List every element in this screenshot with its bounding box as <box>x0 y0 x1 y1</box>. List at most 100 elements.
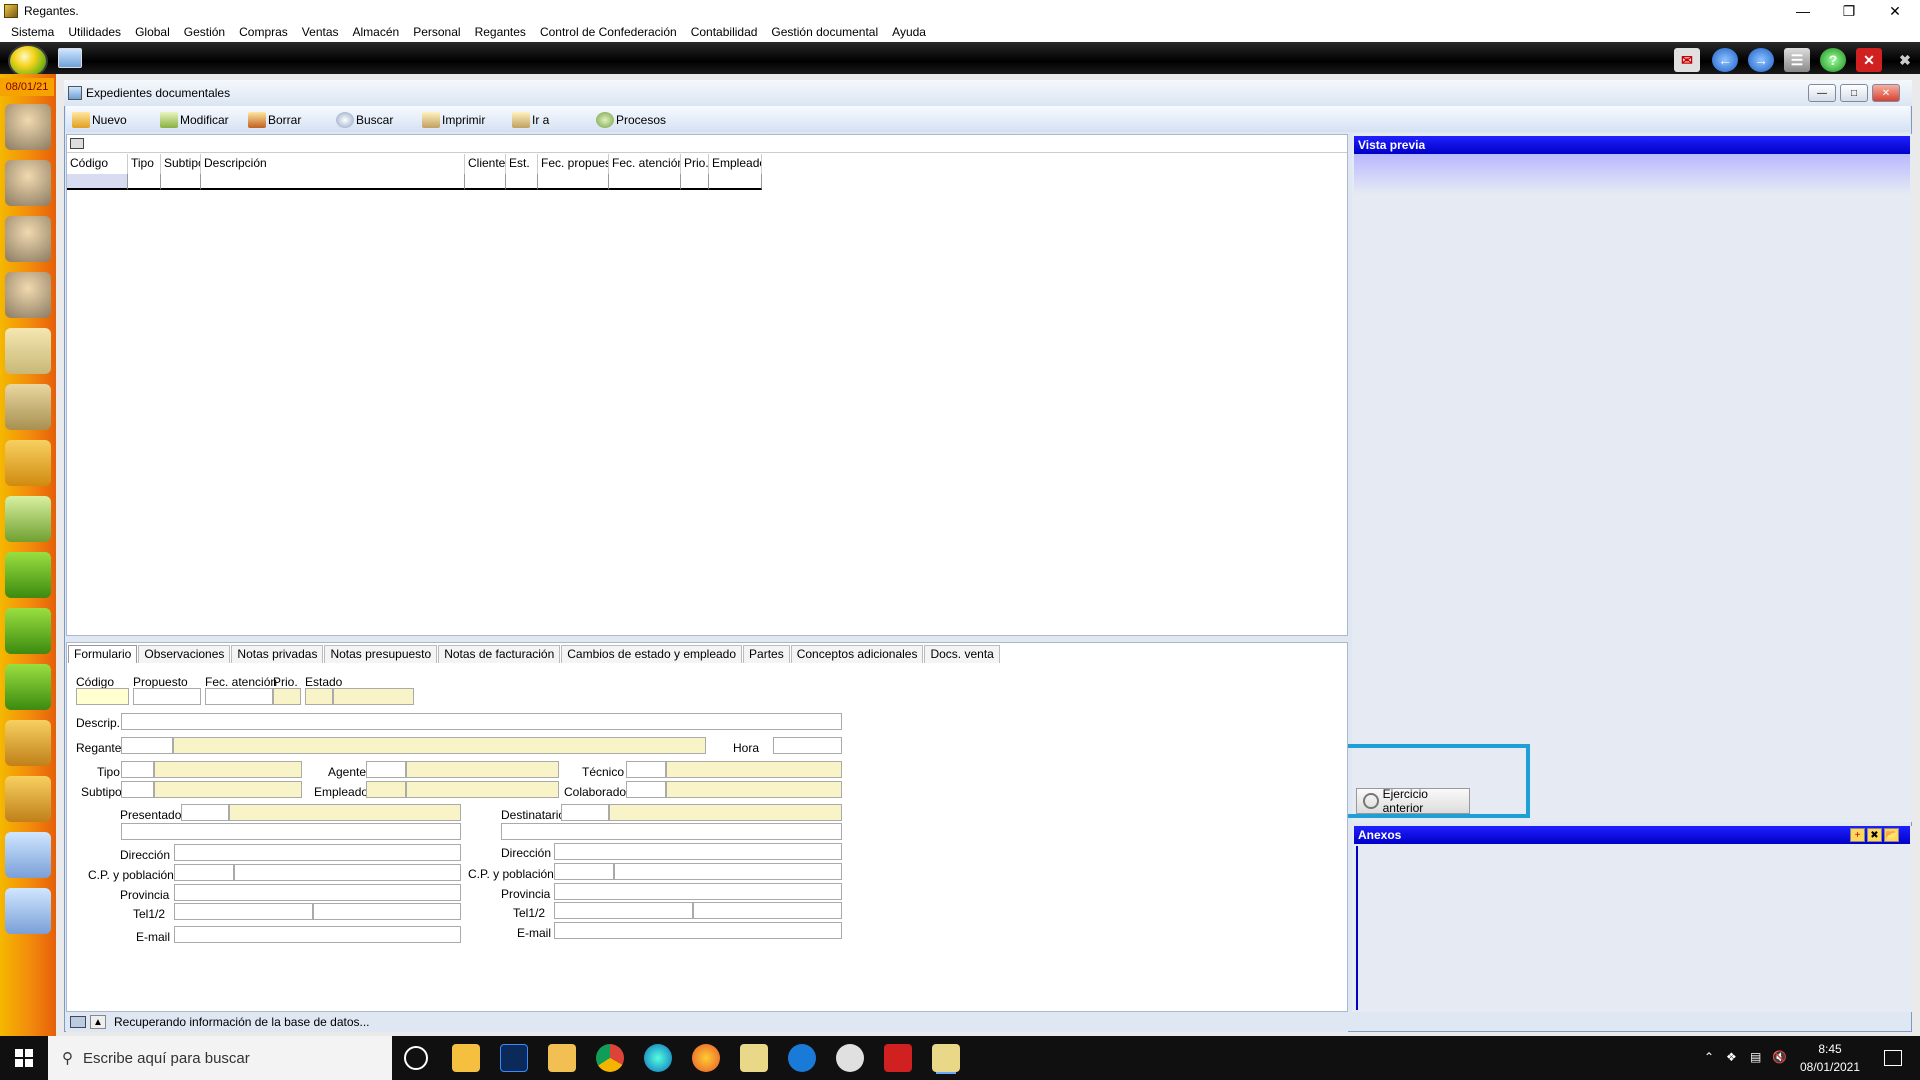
empleado-desc-field[interactable] <box>406 781 559 798</box>
presentador-code-field[interactable] <box>181 804 229 821</box>
mdi-close-button[interactable]: ✕ <box>1872 84 1900 102</box>
presentador-provincia-field[interactable] <box>174 884 461 901</box>
user-icon[interactable] <box>5 216 51 262</box>
tab-notas-facturacion[interactable]: Notas de facturación <box>438 645 561 663</box>
start-button[interactable] <box>0 1036 48 1080</box>
tab-notas-privadas[interactable]: Notas privadas <box>231 645 324 663</box>
folder-app-icon[interactable] <box>548 1044 576 1072</box>
grid-options-icon[interactable] <box>70 138 84 149</box>
tab-observaciones[interactable]: Observaciones <box>138 645 231 663</box>
col-cliente[interactable]: Cliente <box>465 154 506 174</box>
pencil-edit-icon[interactable] <box>5 496 51 542</box>
tipo-desc-field[interactable] <box>154 761 302 778</box>
col-fec-propues[interactable]: Fec. propues. <box>538 154 609 174</box>
destinatario-code-field[interactable] <box>561 804 609 821</box>
descrip-field[interactable] <box>121 713 842 730</box>
menu-sistema[interactable]: Sistema <box>4 25 61 39</box>
colaborador-code-field[interactable] <box>626 781 666 798</box>
codigo-field[interactable] <box>76 688 129 705</box>
add-attachment-icon[interactable]: + <box>1850 828 1865 842</box>
destinatario-cp-field[interactable] <box>554 863 614 880</box>
home-orb-icon[interactable] <box>8 44 48 78</box>
subtipo-desc-field[interactable] <box>154 781 302 798</box>
edge-icon[interactable] <box>644 1044 672 1072</box>
network-icon[interactable]: ▤ <box>1750 1050 1761 1064</box>
app-red-icon[interactable] <box>836 1044 864 1072</box>
windows-list-icon[interactable]: ☰ <box>1784 48 1810 72</box>
user-alt-icon[interactable] <box>5 272 51 318</box>
agente-desc-field[interactable] <box>406 761 559 778</box>
presentador-tel2-field[interactable] <box>313 903 461 920</box>
presentador-cp-field[interactable] <box>174 864 234 881</box>
mail-icon[interactable]: ✉ <box>1674 48 1700 72</box>
list-document-icon[interactable] <box>5 832 51 878</box>
destinatario-tel2-field[interactable] <box>693 902 842 919</box>
tab-docs-venta[interactable]: Docs. venta <box>924 645 1000 663</box>
regantes-app-icon[interactable] <box>740 1044 768 1072</box>
regantes-active-icon[interactable] <box>932 1044 960 1072</box>
col-est[interactable]: Est. <box>506 154 538 174</box>
fc-icon[interactable] <box>5 720 51 766</box>
destinatario-name-field[interactable] <box>609 804 842 821</box>
taskbar-search[interactable]: ⚲ Escribe aquí para buscar <box>48 1036 392 1080</box>
folder-green-icon[interactable] <box>5 608 51 654</box>
tab-cambios-estado[interactable]: Cambios de estado y empleado <box>561 645 743 663</box>
destinatario-provincia-field[interactable] <box>554 883 842 900</box>
propuesto-field[interactable] <box>133 688 201 705</box>
notifications-icon[interactable] <box>1884 1050 1902 1066</box>
cortana-icon[interactable] <box>404 1046 428 1070</box>
chevron-up-icon[interactable]: ▲ <box>90 1015 106 1029</box>
photoshop-icon[interactable] <box>500 1044 528 1072</box>
imprimir-button[interactable]: Imprimir <box>422 110 485 130</box>
menu-gestion-documental[interactable]: Gestión documental <box>764 25 885 39</box>
mdi-maximize-button[interactable]: □ <box>1840 84 1868 102</box>
menu-global[interactable]: Global <box>128 25 177 39</box>
file-explorer-icon[interactable] <box>452 1044 480 1072</box>
dropbox-icon[interactable]: ❖ <box>1726 1050 1737 1064</box>
destinatario-direccion-field[interactable] <box>554 843 842 860</box>
estado-code-field[interactable] <box>305 688 333 705</box>
tecnico-desc-field[interactable] <box>666 761 842 778</box>
prio-field[interactable] <box>273 688 301 705</box>
menu-utilidades[interactable]: Utilidades <box>61 25 128 39</box>
col-descripcion[interactable]: Descripción <box>201 154 465 174</box>
ir-a-button[interactable]: Ir a <box>512 110 549 130</box>
table-row[interactable] <box>67 174 762 190</box>
firefox-icon[interactable] <box>692 1044 720 1072</box>
estado-desc-field[interactable] <box>333 688 414 705</box>
tipo-code-field[interactable] <box>121 761 154 778</box>
hora-field[interactable] <box>773 737 842 754</box>
tab-formulario[interactable]: Formulario <box>68 645 138 663</box>
menu-ayuda[interactable]: Ayuda <box>885 25 933 39</box>
presentador-extra-field[interactable] <box>121 823 461 840</box>
users-group-icon[interactable] <box>5 104 51 150</box>
invoice-f-icon[interactable] <box>5 440 51 486</box>
menu-ventas[interactable]: Ventas <box>295 25 346 39</box>
rx-app-icon[interactable] <box>884 1044 912 1072</box>
colaborador-desc-field[interactable] <box>666 781 842 798</box>
fec-atencion-field[interactable] <box>205 688 273 705</box>
menu-personal[interactable]: Personal <box>406 25 467 39</box>
nuevo-button[interactable]: Nuevo <box>72 110 127 130</box>
col-codigo[interactable]: Código <box>67 154 128 174</box>
col-prio[interactable]: Prio. <box>681 154 709 174</box>
tecnico-code-field[interactable] <box>626 761 666 778</box>
menu-compras[interactable]: Compras <box>232 25 295 39</box>
forward-arrow-icon[interactable]: → <box>1748 48 1774 72</box>
folder-orange-icon[interactable] <box>5 776 51 822</box>
presentador-poblacion-field[interactable] <box>234 864 461 881</box>
menu-control-confederacion[interactable]: Control de Confederación <box>533 25 684 39</box>
sepa-icon[interactable] <box>5 552 51 598</box>
list-document-alt-icon[interactable] <box>5 888 51 934</box>
col-empleado[interactable]: Empleado <box>709 154 762 174</box>
destinatario-extra-field[interactable] <box>501 823 842 840</box>
presentador-direccion-field[interactable] <box>174 844 461 861</box>
database-edit-icon[interactable] <box>5 384 51 430</box>
tab-conceptos-adicionales[interactable]: Conceptos adicionales <box>790 645 924 663</box>
folder-green-alt-icon[interactable] <box>5 664 51 710</box>
procesos-button[interactable]: Procesos <box>596 110 666 130</box>
presentador-name-field[interactable] <box>229 804 461 821</box>
open-folder-icon[interactable] <box>58 48 82 68</box>
destinatario-tel1-field[interactable] <box>554 902 693 919</box>
presentador-tel1-field[interactable] <box>174 903 313 920</box>
